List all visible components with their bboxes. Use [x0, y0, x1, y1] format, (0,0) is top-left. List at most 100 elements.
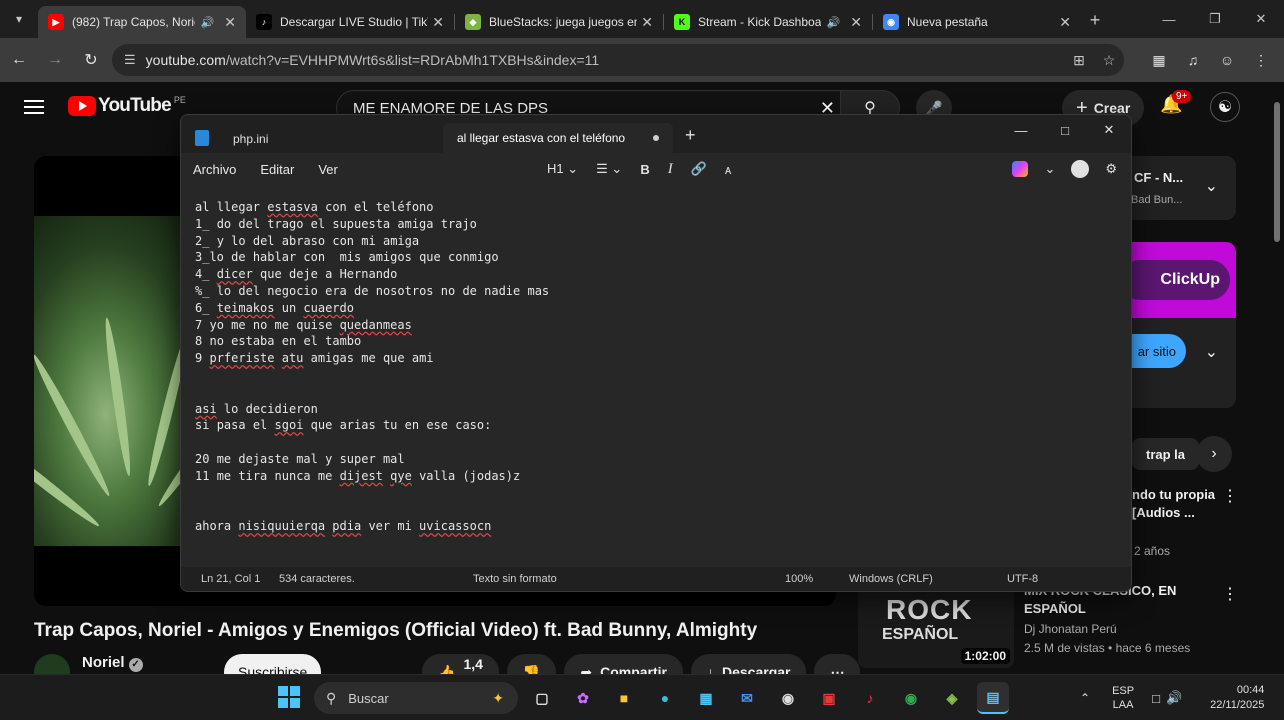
avatar[interactable]: ☯: [1210, 92, 1240, 122]
new-tab-button[interactable]: +: [1081, 6, 1109, 34]
url-text[interactable]: youtube.com/watch?v=EVHHPMWrt6s&list=RDr…: [146, 52, 1064, 68]
close-button[interactable]: ✕: [1087, 115, 1131, 145]
minimize-button[interactable]: —: [999, 115, 1043, 145]
search-icon: ⚲: [326, 689, 337, 706]
media-controls-icon[interactable]: ♫: [1176, 44, 1210, 76]
network-icon[interactable]: □: [1152, 691, 1160, 706]
channel-name[interactable]: Noriel ✓: [82, 654, 143, 672]
speaker-icon[interactable]: 🔊: [827, 16, 841, 29]
close-tab-icon[interactable]: ✕: [224, 14, 236, 31]
maximize-button[interactable]: ❐: [1192, 0, 1238, 38]
italic-button[interactable]: I: [668, 161, 673, 178]
edge-icon[interactable]: ●: [649, 682, 681, 714]
red-app-icon[interactable]: ▣: [813, 682, 845, 714]
close-tab-icon[interactable]: ✕: [850, 14, 862, 31]
page-scrollbar[interactable]: [1274, 102, 1280, 242]
chevron-up-icon[interactable]: ⌃: [1080, 691, 1090, 705]
tab-search-button[interactable]: ▾: [4, 4, 34, 34]
dislike-button[interactable]: 👎: [506, 654, 557, 674]
site-info-icon[interactable]: ☰: [124, 52, 136, 68]
taskbar-search[interactable]: ⚲ Buscar ✦: [314, 682, 518, 714]
copilot-icon[interactable]: [1012, 161, 1029, 177]
share-button[interactable]: ➦ Compartir: [564, 654, 683, 674]
browser-tab[interactable]: K Stream - Kick Dashboard 🔊 ✕: [664, 6, 872, 38]
unsaved-dot-icon[interactable]: [653, 135, 659, 141]
video-thumbnail[interactable]: ROCK ESPAÑOL 1:02:00: [858, 584, 1014, 668]
tab-title: BlueStacks: juega juegos en: [489, 15, 638, 29]
chrome-menu-icon[interactable]: ⋮: [1244, 44, 1278, 76]
browser-tab[interactable]: ◆ BlueStacks: juega juegos en ✕: [455, 6, 663, 38]
clear-format-icon[interactable]: ᴀ: [725, 162, 731, 177]
store-icon[interactable]: ▦: [690, 682, 722, 714]
editor-line: 8 no estaba en el tambo: [195, 334, 362, 349]
channel-avatar[interactable]: [34, 654, 70, 674]
volume-icon[interactable]: 🔊: [1166, 690, 1182, 706]
start-button[interactable]: [278, 686, 300, 708]
profile-icon[interactable]: ☺: [1210, 44, 1244, 76]
line-ending: Windows (CRLF): [849, 573, 933, 585]
menu-editar[interactable]: Editar: [248, 162, 306, 177]
ad-logo: ClickUp: [1120, 260, 1230, 300]
mail-icon[interactable]: ✉: [731, 682, 763, 714]
more-actions-button[interactable]: ⋯: [814, 654, 861, 674]
list-dropdown[interactable]: ☰ ⌄: [596, 161, 622, 177]
tab-current-note[interactable]: al llegar estasva con el teléfono: [443, 123, 673, 153]
filter-chip[interactable]: trap la: [1132, 438, 1200, 470]
tab-php-ini[interactable]: php.ini: [223, 125, 278, 153]
chevron-down-icon[interactable]: ⌄: [1044, 161, 1055, 177]
reload-button[interactable]: ↻: [74, 43, 108, 77]
bookmark-star-icon[interactable]: ☆: [1094, 52, 1124, 69]
close-tab-icon[interactable]: ✕: [641, 14, 653, 31]
language-indicator[interactable]: ESP LAA: [1112, 684, 1134, 712]
new-tab-button[interactable]: +: [685, 125, 696, 146]
settings-gear-icon[interactable]: ⚙: [1105, 161, 1117, 177]
more-options-icon[interactable]: ⋮: [1222, 584, 1238, 604]
notifications-button[interactable]: 🔔 9+: [1160, 90, 1192, 115]
extensions-icon[interactable]: ▦: [1142, 44, 1176, 76]
minimize-button[interactable]: —: [1146, 0, 1192, 38]
address-bar[interactable]: ☰ youtube.com/watch?v=EVHHPMWrt6s&list=R…: [112, 44, 1124, 76]
more-options-icon[interactable]: ⋮: [1222, 486, 1238, 506]
tab-title: Descargar LIVE Studio | TikTok: [280, 15, 428, 29]
account-icon[interactable]: [1071, 160, 1090, 178]
maximize-button[interactable]: □: [1043, 115, 1087, 145]
speaker-icon[interactable]: 🔊: [201, 16, 215, 29]
install-app-icon[interactable]: ⊞: [1064, 52, 1094, 69]
browser-tab[interactable]: ▶ (982) Trap Capos, Noriel 🔊 ✕: [38, 6, 246, 38]
youtube-logo[interactable]: YouTube PE: [68, 95, 186, 117]
editor-line: 20 me dejaste mal y super mal: [195, 451, 405, 466]
file-explorer-icon[interactable]: ■: [608, 682, 640, 714]
menu-icon[interactable]: [24, 96, 44, 118]
download-icon: ↓: [706, 664, 714, 674]
menu-archivo[interactable]: Archivo: [181, 162, 248, 177]
recording-app-icon[interactable]: ◉: [772, 682, 804, 714]
chevron-down-icon[interactable]: ⌄: [1205, 342, 1218, 362]
forward-button[interactable]: →: [38, 43, 72, 77]
chrome-icon[interactable]: ◉: [895, 682, 927, 714]
notepad-taskbar-icon[interactable]: ▤: [977, 682, 1009, 714]
menu-ver[interactable]: Ver: [306, 162, 350, 177]
subscribe-button[interactable]: Suscribirse: [224, 654, 322, 674]
task-view-icon[interactable]: ▢: [526, 682, 558, 714]
heading-dropdown[interactable]: H1 ⌄: [547, 161, 578, 177]
tiktok-icon[interactable]: ♪: [854, 682, 886, 714]
browser-toolbar: ← → ↻ ☰ youtube.com/watch?v=EVHHPMWrt6s&…: [0, 38, 1284, 82]
close-tab-icon[interactable]: ✕: [1059, 14, 1071, 31]
like-button[interactable]: 👍1,4 M: [422, 654, 499, 674]
zoom-level[interactable]: 100%: [785, 573, 813, 585]
close-tab-icon[interactable]: ✕: [432, 14, 444, 31]
text-editor[interactable]: al llegar estasva con el teléfono 1_ do d…: [181, 185, 1131, 569]
close-window-button[interactable]: ✕: [1238, 0, 1284, 38]
download-button[interactable]: ↓ Descargar: [690, 654, 807, 674]
bluestacks-icon[interactable]: ◈: [936, 682, 968, 714]
link-icon[interactable]: 🔗: [691, 161, 707, 177]
bold-button[interactable]: B: [640, 162, 649, 177]
back-button[interactable]: ←: [2, 43, 36, 77]
chevron-right-icon[interactable]: ›: [1196, 436, 1232, 472]
taskbar: ⚲ Buscar ✦ ▢ ✿ ■ ● ▦ ✉ ◉ ▣ ♪ ◉ ◈ ▤ ⌃ ESP…: [0, 674, 1284, 720]
clock[interactable]: 00:44 22/11/2025: [1210, 683, 1264, 713]
browser-tab[interactable]: ♪ Descargar LIVE Studio | TikTok ✕: [246, 6, 454, 38]
copilot-taskbar-icon[interactable]: ✿: [567, 682, 599, 714]
chevron-down-icon[interactable]: ⌄: [1205, 176, 1218, 196]
browser-tab[interactable]: ◉ Nueva pestaña ✕: [873, 6, 1081, 38]
